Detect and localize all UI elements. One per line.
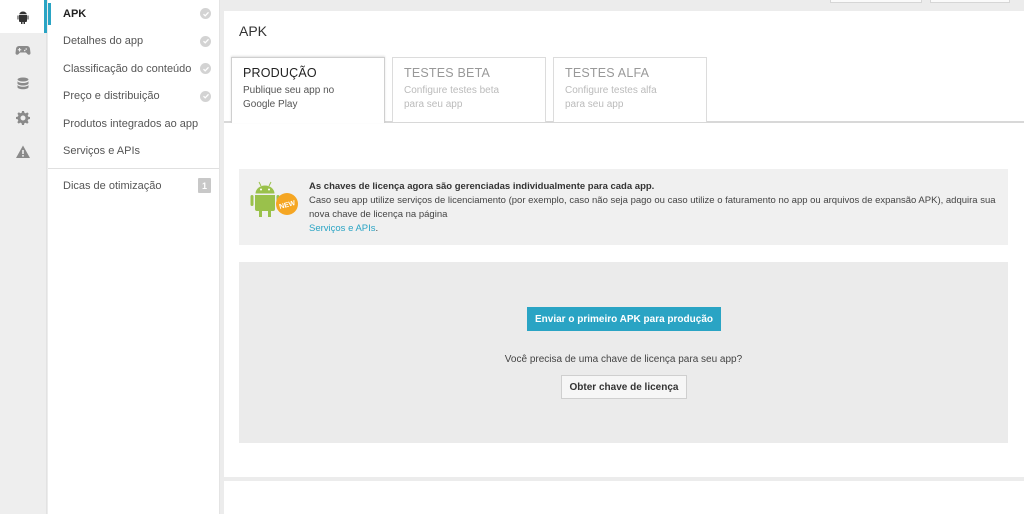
services-apis-link[interactable]: Serviços e APIs	[309, 223, 376, 234]
tab-description: Configure testes alfa para seu app	[565, 85, 657, 110]
page-title: APK	[239, 23, 268, 39]
nav-item-label: Preço e distribuição	[63, 90, 160, 103]
nav-item-label: Produtos integrados ao app	[63, 117, 199, 130]
check-circle-icon	[200, 63, 211, 75]
rail-games[interactable]	[0, 33, 46, 67]
gear-icon	[16, 111, 30, 125]
tab-beta[interactable]: TESTES BETA Configure testes beta para s…	[392, 57, 546, 122]
track-tabs: PRODUÇÃO Publique seu app no Google Play…	[231, 57, 707, 123]
nav-item-label: Serviços e APIs	[63, 145, 141, 158]
upload-area: Enviar o primeiro APK para produção Você…	[239, 262, 1008, 443]
nav-item-in-app-products[interactable]: Produtos integrados ao app	[48, 110, 219, 138]
rail-alerts[interactable]	[0, 135, 46, 169]
nav-item-label: Dicas de otimização	[63, 179, 162, 192]
notice-link-suffix: .	[375, 223, 379, 234]
nav-item-label: Classificação do conteúdo	[63, 62, 192, 75]
tab-alpha[interactable]: TESTES ALFA Configure testes alfa para s…	[553, 57, 707, 122]
main-panel: APK PRODUÇÃO Publique seu app no Google …	[224, 11, 1024, 514]
nav-item-label: Detalhes do app	[63, 35, 144, 48]
upload-first-apk-button[interactable]: Enviar o primeiro APK para produção	[527, 307, 721, 331]
gamepad-icon	[15, 46, 31, 55]
nav-item-app-details[interactable]: Detalhes do app	[48, 28, 219, 56]
rail-android[interactable]	[0, 0, 47, 33]
nav-item-label: APK	[63, 7, 87, 20]
app-rail	[0, 0, 47, 514]
nav-item-content-rating[interactable]: Classificação do conteúdo	[48, 55, 219, 83]
nav-item-services-apis[interactable]: Serviços e APIs	[48, 138, 219, 166]
nav-divider	[48, 168, 219, 169]
license-question: Você precisa de uma chave de licença par…	[504, 354, 743, 365]
notice-body-text: Caso seu app utilize serviços de licenci…	[309, 195, 996, 220]
tab-production[interactable]: PRODUÇÃO Publique seu app no Google Play	[231, 57, 385, 123]
nav-item-pricing[interactable]: Preço e distribuição	[48, 83, 219, 111]
tips-count-badge: 1	[198, 178, 211, 194]
database-icon	[17, 77, 29, 90]
tab-title: TESTES BETA	[404, 66, 491, 80]
get-license-key-button[interactable]: Obter chave de licença	[561, 375, 687, 399]
android-icon	[17, 10, 29, 24]
nav-item-apk[interactable]: APK	[48, 0, 219, 28]
tab-title: PRODUÇÃO	[243, 66, 317, 80]
rail-settings[interactable]	[0, 101, 46, 135]
tab-description: Publique seu app no Google Play	[243, 85, 335, 110]
android-new-icon: NEW	[250, 181, 298, 217]
license-notice: NEW As chaves de licença agora são geren…	[239, 169, 1008, 245]
warning-icon	[16, 145, 30, 158]
check-circle-icon	[200, 35, 211, 47]
notice-title: As chaves de licença agora são gerenciad…	[309, 181, 655, 192]
top-button-right[interactable]	[930, 0, 1010, 3]
notice-body: Caso seu app utilize serviços de licenci…	[309, 194, 996, 236]
nav-item-optimization-tips[interactable]: Dicas de otimização 1	[48, 172, 219, 200]
top-button-left[interactable]	[830, 0, 922, 3]
check-circle-icon	[200, 90, 211, 102]
rail-database[interactable]	[0, 67, 46, 101]
tab-description: Configure testes beta para seu app	[404, 85, 500, 110]
check-circle-icon	[200, 8, 211, 20]
section-nav: APK Detalhes do app Classificação do con…	[48, 0, 220, 514]
tab-title: TESTES ALFA	[565, 66, 650, 80]
section-divider	[224, 477, 1024, 481]
